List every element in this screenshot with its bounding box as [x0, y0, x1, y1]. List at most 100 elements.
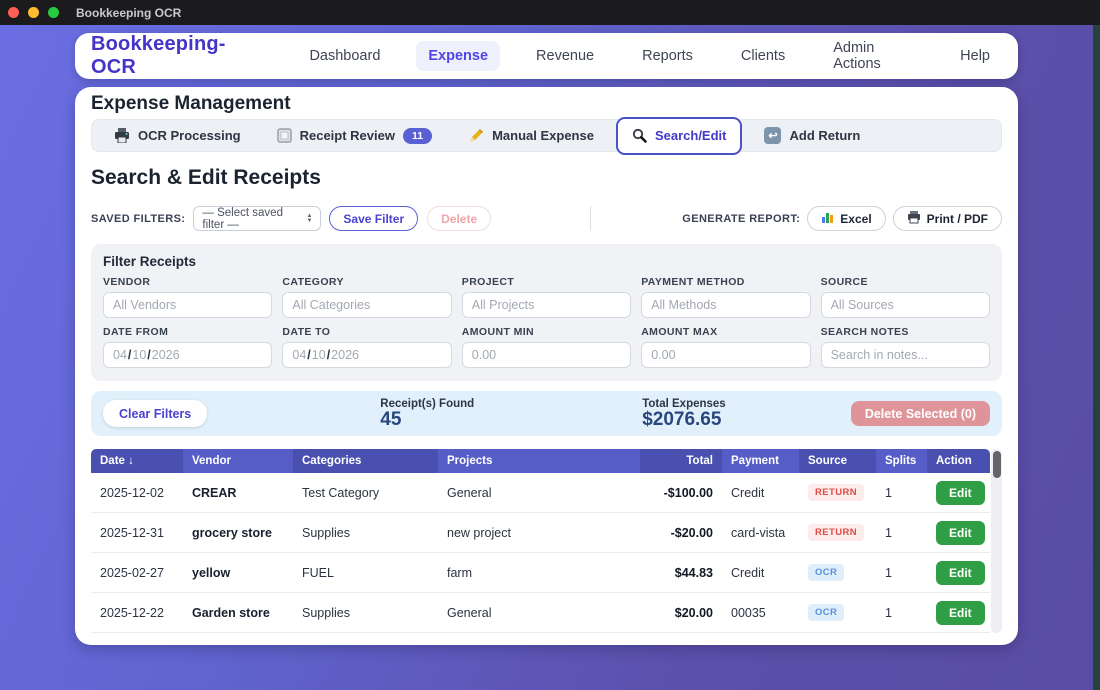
- excel-report-button[interactable]: Excel: [807, 206, 885, 231]
- page-title: Expense Management: [91, 93, 1002, 115]
- edit-button[interactable]: Edit: [936, 561, 985, 585]
- saved-filters-label: SAVED FILTERS:: [91, 213, 185, 225]
- delete-selected-button[interactable]: Delete Selected (0): [851, 401, 990, 426]
- table-row[interactable]: 2025-02-27yellowFUELfarm$44.83CreditOCR1…: [91, 553, 990, 593]
- search-icon: [632, 128, 647, 143]
- column-header-source[interactable]: Source: [799, 449, 876, 473]
- minimize-window-button[interactable]: [28, 7, 39, 18]
- scrollbar-thumb[interactable]: [993, 451, 1001, 478]
- cell-payment: Credit: [722, 486, 799, 500]
- column-header-total[interactable]: Total: [640, 449, 722, 473]
- nav-item-help[interactable]: Help: [948, 41, 1002, 71]
- tab-receipt-review[interactable]: Receipt Review11: [263, 121, 446, 151]
- nav-item-dashboard[interactable]: Dashboard: [297, 41, 392, 71]
- filter-input-date-from[interactable]: 04/10/2026: [103, 342, 272, 368]
- filter-field-date-to: DATE TO04/10/2026: [282, 326, 451, 368]
- total-expenses-stat: Total Expenses $2076.65: [642, 398, 726, 430]
- filter-row-2: DATE FROM04/10/2026DATE TO04/10/2026AMOU…: [103, 326, 990, 368]
- maximize-window-button[interactable]: [48, 7, 59, 18]
- delete-filter-button[interactable]: Delete: [427, 206, 491, 231]
- table-header-row: Date ↓VendorCategoriesProjectsTotalPayme…: [91, 449, 990, 473]
- cell-vendor: CREAR: [183, 486, 293, 500]
- total-expenses-value: $2076.65: [642, 410, 726, 430]
- nav-item-expense[interactable]: Expense: [416, 41, 500, 71]
- tab-label: OCR Processing: [138, 128, 241, 143]
- divider: [590, 206, 591, 231]
- receipts-found-label: Receipt(s) Found: [380, 398, 474, 410]
- edit-button[interactable]: Edit: [936, 521, 985, 545]
- results-stats-bar: Clear Filters Receipt(s) Found 45 Total …: [91, 391, 1002, 436]
- cell-total: -$100.00: [640, 486, 722, 500]
- filter-input-source[interactable]: [821, 292, 990, 318]
- nav-item-admin-actions[interactable]: Admin Actions: [821, 33, 924, 79]
- print-pdf-button[interactable]: Print / PDF: [893, 206, 1002, 231]
- top-navigation: Bookkeeping-OCR Dashboard Expense Revenue R…: [75, 33, 1018, 79]
- filter-input-amount-max[interactable]: [641, 342, 810, 368]
- cell-category: FUEL: [293, 566, 438, 580]
- cell-action: Edit: [927, 521, 990, 545]
- cell-action: Edit: [927, 601, 990, 625]
- cell-category: Test Category: [293, 486, 438, 500]
- column-header-splits[interactable]: Splits: [876, 449, 927, 473]
- column-header-date[interactable]: Date ↓: [91, 449, 183, 473]
- cell-source: RETURN: [799, 524, 876, 541]
- cell-date: 2025-02-27: [91, 566, 183, 580]
- table-row[interactable]: 2025-12-22Garden storeSuppliesGeneral$20…: [91, 593, 990, 633]
- column-header-vendor[interactable]: Vendor: [183, 449, 293, 473]
- generate-report-label: GENERATE REPORT:: [682, 213, 800, 225]
- filter-input-category[interactable]: [282, 292, 451, 318]
- tab-search-edit[interactable]: Search/Edit: [616, 117, 743, 155]
- filter-label-amount-min: AMOUNT MIN: [462, 326, 631, 338]
- edit-button[interactable]: Edit: [936, 601, 985, 625]
- cell-date: 2025-12-22: [91, 606, 183, 620]
- cell-date: 2025-12-31: [91, 526, 183, 540]
- column-header-action[interactable]: Action: [927, 449, 990, 473]
- cell-project: new project: [438, 526, 640, 540]
- filter-field-source: SOURCE: [821, 276, 990, 318]
- receipts-table: Date ↓VendorCategoriesProjectsTotalPayme…: [91, 449, 1002, 633]
- tab-add-return[interactable]: ↩Add Return: [750, 121, 874, 151]
- tab-label: Receipt Review: [300, 128, 395, 143]
- window-title: Bookkeeping OCR: [76, 6, 181, 20]
- printer-icon: [114, 128, 130, 143]
- filter-input-date-to[interactable]: 04/10/2026: [282, 342, 451, 368]
- filter-input-project[interactable]: [462, 292, 631, 318]
- edit-button[interactable]: Edit: [936, 481, 985, 505]
- bar-chart-icon: [821, 211, 834, 227]
- source-badge: RETURN: [808, 484, 864, 501]
- column-header-payment[interactable]: Payment: [722, 449, 799, 473]
- tab-manual-expense[interactable]: Manual Expense: [454, 121, 608, 151]
- table-row[interactable]: 2025-12-31grocery storeSuppliesnew proje…: [91, 513, 990, 553]
- tab-label: Manual Expense: [492, 128, 594, 143]
- expense-tabbar: OCR Processing Receipt Review11 Manual Exp…: [91, 119, 1002, 152]
- filter-field-search-notes: SEARCH NOTES: [821, 326, 990, 368]
- filter-input-vendor[interactable]: [103, 292, 272, 318]
- column-header-categories[interactable]: Categories: [293, 449, 438, 473]
- nav-item-reports[interactable]: Reports: [630, 41, 705, 71]
- filter-field-category: CATEGORY: [282, 276, 451, 318]
- save-filter-button[interactable]: Save Filter: [329, 206, 418, 231]
- tab-ocr-processing[interactable]: OCR Processing: [100, 121, 255, 151]
- nav-item-clients[interactable]: Clients: [729, 41, 797, 71]
- saved-filter-select[interactable]: — Select saved filter — ▲▼: [193, 206, 321, 231]
- filter-input-search-notes[interactable]: [821, 342, 990, 368]
- printer-icon: [907, 211, 921, 227]
- table-scrollbar[interactable]: [991, 449, 1002, 633]
- cell-source: RETURN: [799, 484, 876, 501]
- cell-payment: card-vista: [722, 526, 799, 540]
- cell-date: 2025-12-02: [91, 486, 183, 500]
- close-window-button[interactable]: [8, 7, 19, 18]
- filter-field-vendor: VENDOR: [103, 276, 272, 318]
- table-row[interactable]: 2025-12-02CREARTest CategoryGeneral-$100…: [91, 473, 990, 513]
- filter-label-search-notes: SEARCH NOTES: [821, 326, 990, 338]
- app-logo[interactable]: Bookkeeping-OCR: [91, 33, 267, 79]
- nav-item-revenue[interactable]: Revenue: [524, 41, 606, 71]
- filter-label-category: CATEGORY: [282, 276, 451, 288]
- filter-label-vendor: VENDOR: [103, 276, 272, 288]
- column-header-projects[interactable]: Projects: [438, 449, 640, 473]
- filter-input-amount-min[interactable]: [462, 342, 631, 368]
- clear-filters-button[interactable]: Clear Filters: [103, 400, 207, 427]
- source-badge: OCR: [808, 564, 844, 581]
- filter-receipts-panel: Filter Receipts VENDORCATEGORYPROJECTPAY…: [91, 244, 1002, 381]
- filter-input-payment-method[interactable]: [641, 292, 810, 318]
